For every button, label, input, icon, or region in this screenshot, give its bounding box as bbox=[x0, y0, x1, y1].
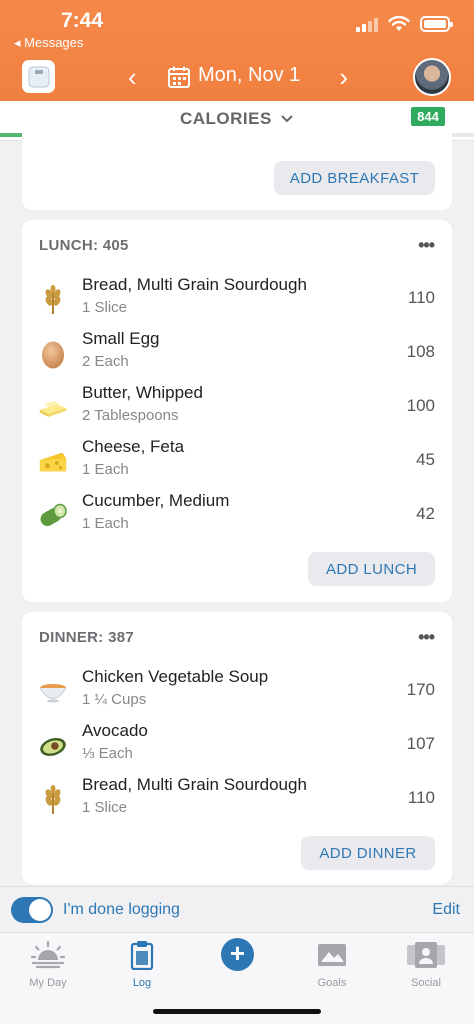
tab-my-day[interactable]: My Day bbox=[18, 939, 78, 999]
food-name: Small Egg bbox=[82, 329, 160, 348]
list-item[interactable]: Chicken Vegetable Soup 1 ¼ Cups 170 bbox=[22, 667, 452, 717]
food-quantity: 1 Each bbox=[82, 515, 129, 532]
list-item[interactable]: Bread, Multi Grain Sourdough 1 Slice 110 bbox=[22, 775, 452, 825]
lunch-more-button[interactable]: ••• bbox=[418, 235, 435, 256]
done-logging-bar: I'm done logging Edit bbox=[0, 886, 474, 932]
list-item[interactable]: Small Egg 2 Each 108 bbox=[22, 329, 452, 379]
list-item[interactable]: Avocado ⅓ Each 107 bbox=[22, 721, 452, 771]
scale-button[interactable] bbox=[22, 60, 55, 93]
edit-button[interactable]: Edit bbox=[432, 901, 460, 919]
avatar[interactable] bbox=[413, 58, 451, 96]
food-calories: 170 bbox=[406, 680, 435, 699]
goals-icon bbox=[318, 944, 346, 966]
food-quantity: ⅓ Each bbox=[82, 745, 133, 762]
dinner-card: DINNER: 387 ••• Chicken Vegetable Soup 1… bbox=[22, 612, 452, 884]
tab-label: Social bbox=[411, 977, 441, 989]
food-calories: 108 bbox=[406, 342, 435, 361]
food-name: Bread, Multi Grain Sourdough bbox=[82, 775, 307, 794]
previous-day-button[interactable]: ‹ bbox=[128, 62, 137, 92]
food-name: Cucumber, Medium bbox=[82, 491, 230, 510]
home-indicator bbox=[153, 1009, 321, 1014]
food-quantity: 1 Each bbox=[82, 461, 129, 478]
chevron-down-icon bbox=[281, 115, 293, 123]
food-calories: 110 bbox=[407, 288, 435, 307]
food-calories: 100 bbox=[406, 396, 435, 415]
food-calories: 107 bbox=[406, 734, 435, 753]
current-date[interactable]: Mon, Nov 1 bbox=[198, 64, 300, 87]
cheese-icon bbox=[38, 447, 68, 477]
done-logging-toggle[interactable] bbox=[11, 897, 53, 923]
tab-goals[interactable]: Goals bbox=[302, 939, 362, 999]
soup-bowl-icon bbox=[38, 677, 68, 707]
food-quantity: 1 Slice bbox=[82, 299, 128, 316]
back-to-messages-link[interactable]: ◂ Messages bbox=[14, 35, 83, 51]
list-item[interactable]: Butter, Whipped 2 Tablespoons 100 bbox=[22, 383, 452, 433]
food-quantity: 1 Slice bbox=[82, 799, 128, 816]
dinner-title: DINNER: 387 bbox=[39, 629, 134, 646]
calendar-icon[interactable] bbox=[167, 65, 191, 89]
calories-dropdown[interactable]: CALORIES bbox=[0, 109, 474, 129]
clipboard-icon bbox=[130, 941, 154, 970]
tab-label: Goals bbox=[317, 977, 347, 989]
status-time: 7:44 bbox=[61, 9, 104, 32]
add-lunch-button[interactable]: ADD LUNCH bbox=[308, 552, 435, 586]
battery-icon bbox=[420, 16, 453, 32]
food-quantity: 2 Each bbox=[82, 353, 129, 370]
tab-log[interactable]: Log bbox=[112, 939, 172, 999]
food-name: Cheese, Feta bbox=[82, 437, 185, 456]
list-item[interactable]: Cheese, Feta 1 Each 45 bbox=[22, 437, 452, 487]
food-name: Chicken Vegetable Soup bbox=[82, 667, 269, 686]
lunch-card: LUNCH: 405 ••• Bread, Multi Grain Sourdo… bbox=[22, 220, 452, 602]
food-quantity: 2 Tablespoons bbox=[82, 407, 179, 424]
log-screen: 7:44 ◂ Messages ‹ Mon, Nov 1 › CALORIES … bbox=[0, 0, 474, 1024]
wifi-icon bbox=[388, 16, 410, 31]
food-name: Butter, Whipped bbox=[82, 383, 203, 402]
social-icon bbox=[407, 942, 445, 968]
add-breakfast-button[interactable]: ADD BREAKFAST bbox=[274, 161, 435, 195]
list-item[interactable]: Cucumber, Medium 1 Each 42 bbox=[22, 491, 452, 541]
tab-social[interactable]: Social bbox=[396, 939, 456, 999]
avocado-icon bbox=[38, 731, 68, 761]
food-name: Avocado bbox=[82, 721, 148, 740]
calories-remaining-badge: 844 bbox=[411, 107, 445, 126]
food-calories: 45 bbox=[416, 450, 435, 469]
food-name: Bread, Multi Grain Sourdough bbox=[82, 275, 307, 294]
dinner-more-button[interactable]: ••• bbox=[418, 627, 435, 648]
food-quantity: 1 ¼ Cups bbox=[82, 691, 147, 708]
scale-icon bbox=[28, 66, 49, 87]
butter-icon bbox=[38, 393, 68, 423]
sunrise-icon bbox=[30, 940, 66, 969]
tab-label: Log bbox=[132, 977, 152, 989]
tab-label: My Day bbox=[29, 977, 67, 989]
food-calories: 110 bbox=[407, 788, 435, 807]
status-icons bbox=[356, 16, 453, 32]
cellular-signal-icon bbox=[356, 16, 378, 32]
header: 7:44 ◂ Messages ‹ Mon, Nov 1 › bbox=[0, 0, 474, 101]
cucumber-icon bbox=[38, 501, 68, 531]
egg-icon bbox=[38, 339, 68, 369]
calories-label: CALORIES bbox=[179, 109, 272, 128]
add-plus-button[interactable]: + bbox=[221, 938, 254, 971]
list-item[interactable]: Bread, Multi Grain Sourdough 1 Slice 110 bbox=[22, 275, 452, 325]
done-logging-label: I'm done logging bbox=[63, 901, 180, 918]
plus-icon: + bbox=[229, 938, 246, 968]
food-calories: 42 bbox=[416, 504, 435, 523]
breakfast-card: ADD BREAKFAST bbox=[22, 131, 452, 210]
next-day-button[interactable]: › bbox=[339, 62, 348, 92]
date-navigator: ‹ Mon, Nov 1 › bbox=[128, 62, 348, 92]
add-dinner-button[interactable]: ADD DINNER bbox=[301, 836, 435, 870]
lunch-title: LUNCH: 405 bbox=[39, 237, 129, 254]
wheat-icon bbox=[38, 785, 68, 815]
wheat-icon bbox=[38, 285, 68, 315]
